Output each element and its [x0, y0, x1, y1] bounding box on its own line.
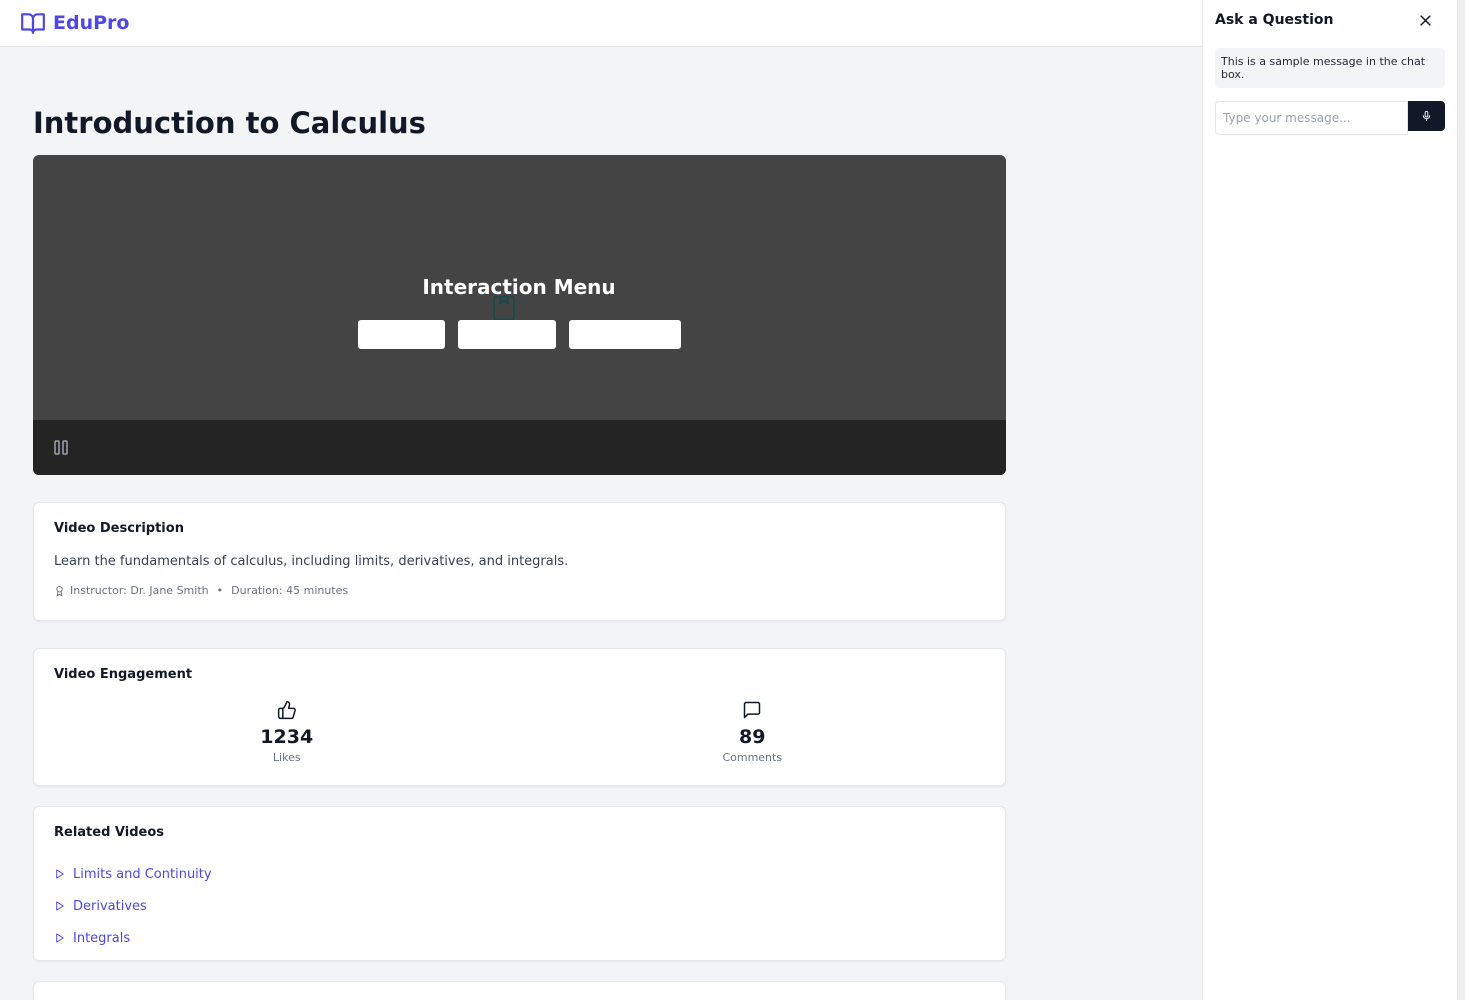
- related-videos-card: Related Videos Limits and Continuity Der…: [33, 806, 1006, 961]
- message-square-icon[interactable]: [742, 700, 762, 720]
- related-video-label: Integrals: [73, 930, 131, 946]
- page-scrollbar[interactable]: [1457, 0, 1465, 1000]
- book-open-icon: [21, 13, 45, 34]
- play-icon: [56, 933, 64, 943]
- chat-input-row: [1215, 101, 1445, 135]
- interaction-option-3-button[interactable]: [569, 320, 681, 349]
- video-area[interactable]: Interaction Menu: [33, 155, 1006, 420]
- engagement-stats: 1234 Likes 89 Comments: [54, 700, 985, 764]
- interaction-menu-buttons: [358, 320, 681, 349]
- related-video-link[interactable]: Derivatives: [54, 890, 985, 922]
- interaction-option-2-button[interactable]: [458, 320, 556, 349]
- top-header: EduPro: [0, 0, 1202, 47]
- description-text: Learn the fundamentals of calculus, incl…: [54, 554, 569, 569]
- player-controls: [33, 420, 1006, 475]
- pause-icon[interactable]: [54, 440, 68, 455]
- likes-count: 1234: [260, 726, 314, 748]
- related-video-label: Derivatives: [73, 898, 147, 914]
- likes-label: Likes: [272, 751, 301, 764]
- award-icon: [56, 585, 63, 596]
- ask-question-panel: Ask a Question This is a sample message …: [1202, 0, 1457, 1000]
- main-content: Introduction to Calculus Interaction Men…: [33, 47, 1006, 1000]
- duration-text: Duration: 45 minutes: [231, 584, 349, 597]
- play-icon: [56, 901, 64, 911]
- engagement-title: Video Engagement: [54, 667, 193, 682]
- comments-stat: 89 Comments: [520, 700, 986, 764]
- interaction-menu-title: Interaction Menu: [422, 275, 616, 299]
- related-video-link[interactable]: Integrals: [54, 922, 985, 954]
- video-engagement-card: Video Engagement 1234 Likes 89 Comments: [33, 648, 1006, 786]
- related-videos-list: Limits and Continuity Derivatives Integr…: [54, 858, 985, 954]
- next-card: [33, 981, 1006, 1000]
- chat-message-input[interactable]: [1215, 101, 1409, 135]
- likes-stat: 1234 Likes: [54, 700, 520, 764]
- brand-name: EduPro: [53, 12, 130, 34]
- brand-logo[interactable]: EduPro: [20, 10, 129, 36]
- video-description-card: Video Description Learn the fundamentals…: [33, 502, 1006, 621]
- close-icon[interactable]: [1418, 13, 1433, 28]
- related-video-link[interactable]: Limits and Continuity: [54, 858, 985, 890]
- chat-title: Ask a Question: [1215, 12, 1334, 28]
- interaction-option-1-button[interactable]: [358, 320, 445, 349]
- page-title: Introduction to Calculus: [33, 106, 426, 140]
- voice-input-button[interactable]: [1408, 101, 1445, 131]
- video-meta: Instructor: Dr. Jane Smith • Duration: 4…: [54, 584, 985, 597]
- comments-count: 89: [739, 726, 766, 748]
- chat-message: This is a sample message in the chat box…: [1215, 48, 1445, 88]
- related-title: Related Videos: [54, 825, 164, 840]
- instructor-text: Instructor: Dr. Jane Smith: [70, 584, 209, 597]
- meta-separator: •: [216, 584, 224, 597]
- mic-icon: [1423, 110, 1431, 122]
- comments-label: Comments: [722, 751, 783, 764]
- related-video-label: Limits and Continuity: [73, 866, 212, 882]
- description-title: Video Description: [54, 521, 184, 536]
- video-player[interactable]: Interaction Menu: [33, 155, 1006, 475]
- thumbs-up-icon[interactable]: [277, 700, 297, 720]
- play-icon: [56, 869, 64, 879]
- chat-header: Ask a Question: [1215, 12, 1445, 28]
